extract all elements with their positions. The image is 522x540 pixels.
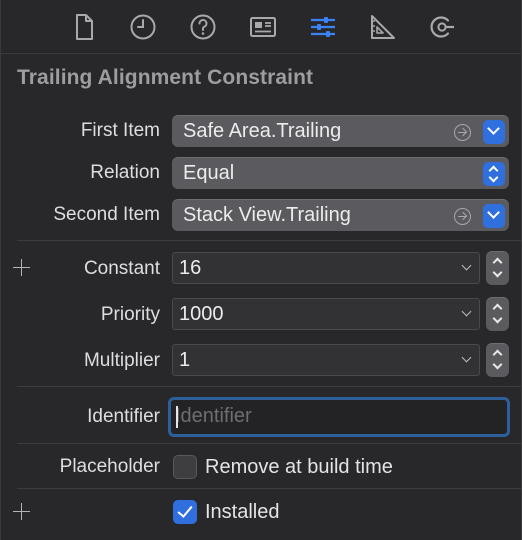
second-item-label: Second Item xyxy=(53,204,160,225)
priority-value: 1000 xyxy=(179,303,224,325)
file-icon xyxy=(76,14,93,40)
identity-inspector-tab[interactable] xyxy=(246,10,280,44)
second-item-dropdown-button[interactable] xyxy=(483,204,505,228)
constant-value: 16 xyxy=(179,257,202,279)
priority-label: Priority xyxy=(100,304,160,325)
inspector-tab-bar xyxy=(1,0,522,54)
go-arrow-icon[interactable] xyxy=(454,124,471,141)
add-variation-icon[interactable] xyxy=(13,503,30,520)
clock-icon xyxy=(130,14,156,40)
first-item-label: First Item xyxy=(80,120,160,141)
divider xyxy=(17,386,522,387)
divider xyxy=(17,488,522,489)
identifier-input[interactable] xyxy=(175,403,495,430)
ruler-icon xyxy=(371,15,395,39)
attributes-inspector-tab[interactable] xyxy=(306,10,340,44)
identifier-label: Identifier xyxy=(87,406,160,427)
first-item-dropdown-button[interactable] xyxy=(483,120,505,144)
chevron-down-icon xyxy=(487,206,500,219)
chevron-down-icon[interactable] xyxy=(461,306,472,317)
placeholder-label: Placeholder xyxy=(59,456,160,477)
priority-stepper[interactable] xyxy=(486,297,509,331)
relation-popup[interactable]: Equal xyxy=(172,157,509,189)
constant-stepper[interactable] xyxy=(486,251,509,285)
second-item-value: Stack View.Trailing xyxy=(183,204,351,226)
divider xyxy=(17,240,522,241)
chevron-up-icon xyxy=(492,257,503,268)
multiplier-value: 1 xyxy=(179,349,191,371)
go-arrow-icon[interactable] xyxy=(454,208,471,225)
constant-field[interactable]: 16 xyxy=(172,252,480,284)
chevron-down-icon[interactable] xyxy=(461,352,472,363)
add-variation-icon[interactable] xyxy=(13,259,30,276)
file-inspector-tab[interactable] xyxy=(67,10,101,44)
chevron-down-icon[interactable] xyxy=(461,260,472,271)
first-item-value: Safe Area.Trailing xyxy=(183,120,342,142)
chevron-up-icon xyxy=(492,349,503,360)
multiplier-label: Multiplier xyxy=(83,350,160,371)
text-cursor xyxy=(176,406,178,428)
chevron-down-icon xyxy=(487,122,500,135)
multiplier-field[interactable]: 1 xyxy=(172,344,480,376)
multiplier-stepper[interactable] xyxy=(486,343,509,377)
priority-field[interactable]: 1000 xyxy=(172,298,480,330)
connections-icon xyxy=(430,16,454,38)
identifier-field[interactable] xyxy=(168,397,510,437)
chevron-down-icon xyxy=(492,267,503,278)
relation-stepper-button[interactable] xyxy=(483,162,505,186)
remove-at-build-time-checkbox[interactable] xyxy=(173,455,197,479)
chevron-up-icon xyxy=(492,303,503,314)
chevron-down-icon xyxy=(488,172,499,183)
identity-card-icon xyxy=(250,17,276,37)
relation-value: Equal xyxy=(183,162,235,184)
constraint-inspector-panel: Trailing Alignment Constraint First Item… xyxy=(0,0,522,540)
second-item-popup[interactable]: Stack View.Trailing xyxy=(172,199,509,231)
divider xyxy=(17,443,522,444)
constant-label: Constant xyxy=(83,258,160,279)
chevron-down-icon xyxy=(492,313,503,324)
quick-help-inspector-tab[interactable] xyxy=(186,10,220,44)
sliders-icon xyxy=(311,17,335,37)
installed-label[interactable]: Installed xyxy=(205,501,280,524)
installed-checkbox[interactable] xyxy=(173,500,197,524)
remove-at-build-time-label[interactable]: Remove at build time xyxy=(205,456,393,479)
chevron-down-icon xyxy=(492,359,503,370)
question-icon xyxy=(190,14,216,40)
first-item-popup[interactable]: Safe Area.Trailing xyxy=(172,115,509,147)
size-inspector-tab[interactable] xyxy=(365,10,399,44)
relation-label: Relation xyxy=(90,162,160,183)
connections-inspector-tab[interactable] xyxy=(425,10,459,44)
section-title: Trailing Alignment Constraint xyxy=(17,66,314,89)
history-inspector-tab[interactable] xyxy=(126,10,160,44)
